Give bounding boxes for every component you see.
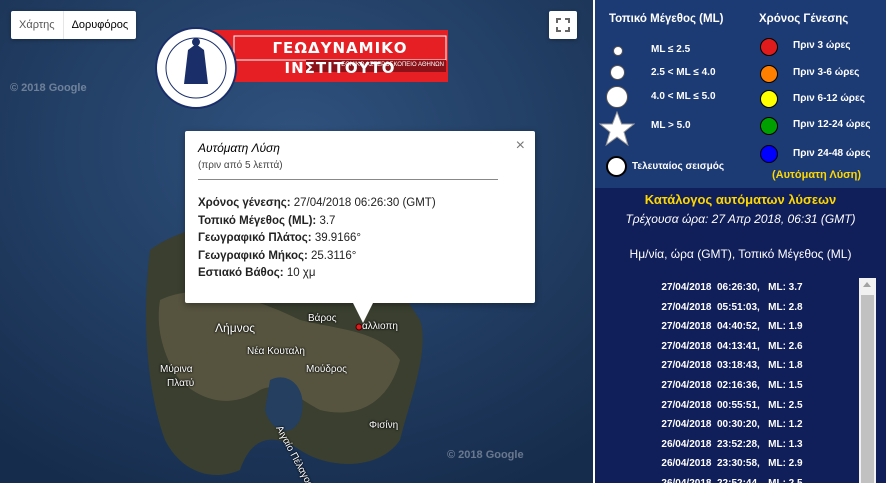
latest-quake-icon	[606, 156, 627, 177]
map-type-satellite-button[interactable]: Δορυφόρος	[62, 11, 137, 39]
time-color-icon-3	[760, 90, 778, 108]
legend-magnitude-4: ML > 5.0	[651, 120, 691, 131]
fullscreen-button[interactable]	[549, 11, 577, 39]
map-label-fisini: Φισίνη	[369, 420, 399, 431]
scroll-thumb[interactable]	[861, 295, 874, 483]
side-panel: Τοπικό Μέγεθος (ML) Χρόνος Γένεσης ML ≤ …	[595, 0, 886, 483]
legend-magnitude-2: 2.5 < ML ≤ 4.0	[651, 67, 716, 78]
legend-magnitude-1: ML ≤ 2.5	[651, 44, 691, 55]
legend-time-3: Πριν 6-12 ώρες	[793, 93, 865, 104]
earthquake-list-item[interactable]: 27/04/2018 02:16:36, ML: 1.5	[605, 376, 859, 396]
earthquake-list-item[interactable]: 26/04/2018 22:52:44, ML: 2.5	[605, 474, 859, 483]
map-label-platy: Πλατύ	[167, 378, 195, 389]
earthquake-list-item[interactable]: 27/04/2018 04:13:41, ML: 2.6	[605, 337, 859, 357]
magnitude-medium-icon	[610, 65, 625, 80]
popup-divider	[198, 179, 498, 180]
map-label-myrina: Μύρινα	[160, 364, 193, 375]
scroll-up-icon[interactable]	[863, 282, 871, 287]
catalog-header: Ημ/νία, ώρα (GMT), Τοπικό Μέγεθος (ML)	[629, 247, 852, 261]
earthquake-list: 27/04/2018 06:26:30, ML: 3.7 27/04/2018 0…	[605, 278, 859, 483]
earthquake-list-item[interactable]: 26/04/2018 23:30:58, ML: 2.9	[605, 454, 859, 474]
popup-row-magnitude: Τοπικό Μέγεθος (ML): 3.7	[198, 214, 336, 227]
catalog-current-time: Τρέχουσα ώρα: 27 Απρ 2018, 06:31 (GMT)	[625, 212, 856, 226]
map-view[interactable]: © 2018 Google © 2018 Google Βάρος αλλιοπ…	[0, 0, 593, 483]
popup-subtitle: (πριν από 5 λεπτά)	[198, 160, 283, 171]
google-watermark-bottom: © 2018 Google	[447, 449, 524, 461]
legend-time-4: Πριν 12-24 ώρες	[793, 119, 871, 130]
earthquake-list-item[interactable]: 27/04/2018 00:55:51, ML: 2.5	[605, 396, 859, 416]
earthquake-list-item[interactable]: 27/04/2018 05:51:03, ML: 2.8	[605, 298, 859, 318]
earthquake-list-item[interactable]: 27/04/2018 00:30:20, ML: 1.2	[605, 415, 859, 435]
legend-latest: Τελευταίος σεισμός	[632, 161, 725, 172]
earthquake-list-item[interactable]: 26/04/2018 23:52:28, ML: 1.3	[605, 435, 859, 455]
time-color-icon-4	[760, 117, 778, 135]
earthquake-info-popup: × Αυτόματη Λύση (πριν από 5 λεπτά) Χρόνο…	[185, 131, 535, 323]
map-label-varos: Βάρος	[308, 313, 337, 324]
legend-time-2: Πριν 3-6 ώρες	[793, 67, 860, 78]
popup-row-longitude: Γεωγραφικό Μήκος: 25.3116°	[198, 249, 357, 262]
time-color-icon-2	[760, 65, 778, 83]
time-color-icon-5	[760, 145, 778, 163]
popup-row-time: Χρόνος γένεσης: 27/04/2018 06:26:30 (GMT…	[198, 197, 436, 209]
logo-title: ΓΕΩΔΥΝΑΜΙΚΟ ΙΝΣΤΙΤΟΥΤΟ	[272, 39, 408, 77]
magnitude-small-icon	[613, 46, 623, 56]
legend-auto-note: (Αυτόματη Λύση)	[772, 169, 862, 181]
popup-row-depth: Εστιακό Βάθος: 10 χμ	[198, 267, 316, 279]
logo-subtitle: ΕΘΝΙΚΟ ΑΣΤΕΡΟΣΚΟΠΕΙΟ ΑΘΗΝΩΝ	[341, 62, 444, 68]
legend-time-5: Πριν 24-48 ώρες	[793, 148, 871, 159]
map-label-nea-koutali: Νέα Κουταλη	[247, 346, 305, 357]
earthquake-list-item[interactable]: 27/04/2018 04:40:52, ML: 1.9	[605, 317, 859, 337]
fullscreen-icon	[556, 18, 570, 32]
star-icon	[599, 111, 635, 147]
catalog-title: Κατάλογος αυτόματων λύσεων	[644, 192, 837, 207]
legend-magnitude-3: 4.0 < ML ≤ 5.0	[651, 91, 716, 102]
google-watermark-top: © 2018 Google	[10, 82, 87, 94]
legend-panel: Τοπικό Μέγεθος (ML) Χρόνος Γένεσης ML ≤ …	[595, 0, 886, 188]
magnitude-large-icon	[606, 86, 628, 108]
popup-title: Αυτόματη Λύση	[198, 141, 280, 155]
popup-row-latitude: Γεωγραφικό Πλάτος: 39.9166°	[198, 232, 361, 244]
map-type-map-button[interactable]: Χάρτης	[11, 11, 63, 39]
earthquake-list-item[interactable]: 27/04/2018 03:18:43, ML: 1.8	[605, 356, 859, 376]
list-scrollbar[interactable]	[859, 278, 876, 483]
institute-logo: ΓΕΩΔΥΝΑΜΙΚΟ ΙΝΣΤΙΤΟΥΤΟ ΕΘΝΙΚΟ ΑΣΤΕΡΟΣΚΟΠ…	[154, 24, 450, 110]
map-label-limnos: Λήμνος	[215, 321, 256, 335]
map-label-moudros: Μούδρος	[306, 364, 347, 375]
map-type-control: Χάρτης Δορυφόρος	[11, 11, 137, 39]
legend-time-1: Πριν 3 ώρες	[793, 40, 851, 51]
earthquake-list-item[interactable]: 27/04/2018 06:26:30, ML: 3.7	[605, 278, 859, 298]
popup-details: Χρόνος γένεσης: 27/04/2018 06:26:30 (GMT…	[198, 195, 436, 283]
time-color-icon-1	[760, 38, 778, 56]
close-icon[interactable]: ×	[516, 137, 525, 155]
legend-time-title: Χρόνος Γένεσης	[759, 13, 849, 25]
legend-magnitude-title: Τοπικό Μέγεθος (ML)	[609, 13, 724, 25]
